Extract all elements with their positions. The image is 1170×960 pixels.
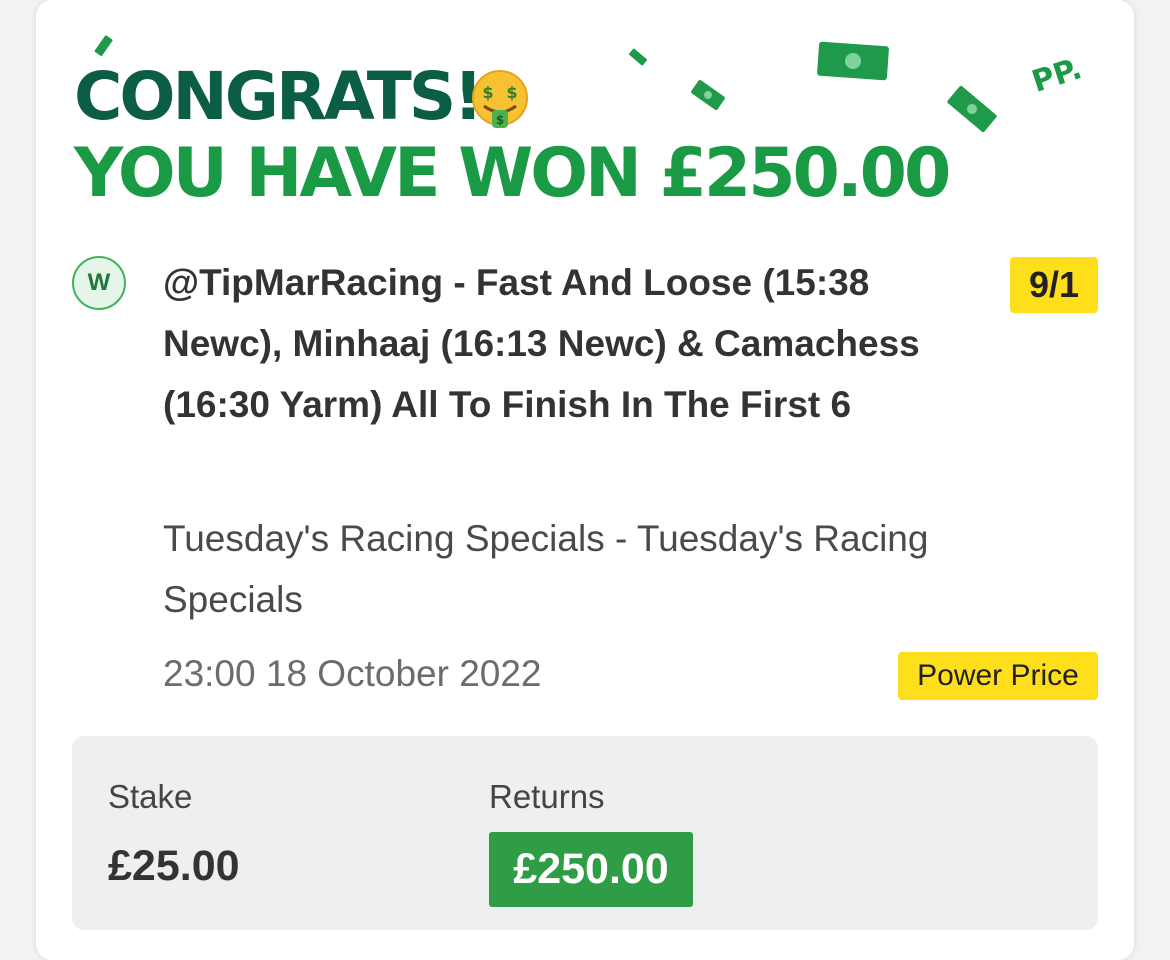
power-price-badge: Power Price bbox=[898, 652, 1098, 700]
bet-datetime: 23:00 18 October 2022 bbox=[163, 653, 542, 694]
bet-selection-text: @TipMarRacing - Fast And Loose (15:38 Ne… bbox=[163, 262, 920, 425]
congrats-heading: CONGRATS! bbox=[74, 58, 483, 135]
won-amount-heading: YOU HAVE WON £250.00 bbox=[74, 134, 951, 213]
odds-badge: 9/1 bbox=[1010, 257, 1098, 313]
returns-value: £250.00 bbox=[489, 832, 693, 907]
returns-label: Returns bbox=[489, 778, 605, 815]
stake-label: Stake bbox=[108, 778, 193, 815]
win-badge-icon: W bbox=[72, 256, 126, 310]
banknote-icon bbox=[628, 48, 648, 66]
svg-text:$: $ bbox=[482, 83, 493, 102]
banknote-icon bbox=[691, 80, 725, 110]
market-name: Tuesday's Racing Specials - Tuesday's Ra… bbox=[163, 518, 929, 620]
stake-value: £25.00 bbox=[108, 842, 240, 890]
money-mouth-face-icon: $ $ $ bbox=[472, 70, 528, 128]
svg-text:$: $ bbox=[496, 113, 504, 127]
svg-text:$: $ bbox=[506, 83, 517, 102]
banknote-icon bbox=[947, 85, 997, 133]
banknote-icon bbox=[94, 35, 113, 57]
banknote-icon bbox=[817, 41, 889, 81]
